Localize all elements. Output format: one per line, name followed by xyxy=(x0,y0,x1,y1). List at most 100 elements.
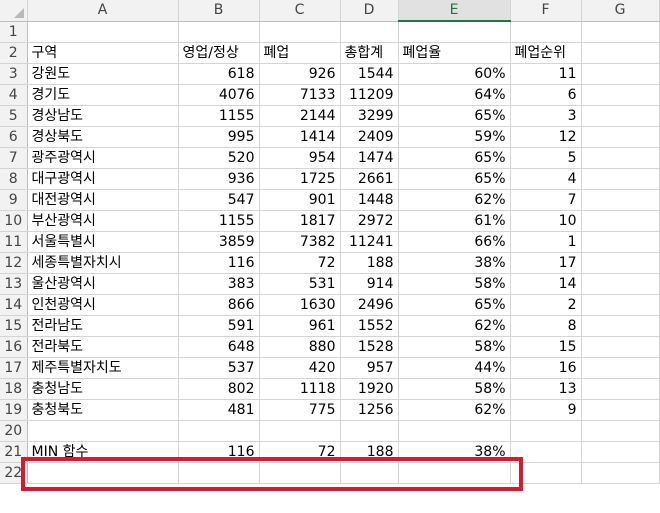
closure-rank-cell[interactable]: 11 xyxy=(510,63,582,85)
region-cell[interactable]: 인천광역시 xyxy=(27,294,179,316)
total-cell[interactable]: 1544 xyxy=(340,63,399,85)
closed-count-cell[interactable]: 954 xyxy=(259,147,341,169)
cell[interactable] xyxy=(340,462,399,484)
cell[interactable] xyxy=(178,21,260,43)
total-cell[interactable]: 914 xyxy=(340,273,399,295)
open-count-cell[interactable]: 591 xyxy=(178,315,260,337)
cell[interactable] xyxy=(27,420,179,442)
cell[interactable] xyxy=(510,462,582,484)
region-cell[interactable]: 경기도 xyxy=(27,84,179,106)
row-header[interactable]: 10 xyxy=(0,210,28,232)
row-header[interactable]: 5 xyxy=(0,105,28,127)
closed-count-cell[interactable]: 901 xyxy=(259,189,341,211)
total-cell[interactable]: 2409 xyxy=(340,126,399,148)
cell[interactable] xyxy=(510,420,582,442)
closure-rate-cell[interactable]: 62% xyxy=(398,399,511,421)
closure-rank-cell[interactable]: 3 xyxy=(510,105,582,127)
cell[interactable] xyxy=(581,315,660,337)
row-header[interactable]: 8 xyxy=(0,168,28,190)
closed-count-cell[interactable]: 775 xyxy=(259,399,341,421)
closure-rate-cell[interactable]: 44% xyxy=(398,357,511,379)
row-header[interactable]: 16 xyxy=(0,336,28,358)
closure-rate-cell[interactable]: 64% xyxy=(398,84,511,106)
row-header[interactable]: 2 xyxy=(0,42,28,64)
closure-rank-cell[interactable]: 12 xyxy=(510,126,582,148)
row-header[interactable]: 4 xyxy=(0,84,28,106)
cell[interactable] xyxy=(581,378,660,400)
row-header[interactable]: 9 xyxy=(0,189,28,211)
closed-count-cell[interactable]: 2144 xyxy=(259,105,341,127)
region-cell[interactable]: 전라남도 xyxy=(27,315,179,337)
region-cell[interactable]: 충청남도 xyxy=(27,378,179,400)
cell[interactable] xyxy=(259,21,341,43)
cell[interactable] xyxy=(581,336,660,358)
column-header-f[interactable]: F xyxy=(510,0,582,22)
row-header[interactable]: 22 xyxy=(0,462,28,484)
closure-rate-cell[interactable]: 60% xyxy=(398,63,511,85)
closure-rate-cell[interactable]: 65% xyxy=(398,147,511,169)
closure-rate-cell[interactable]: 65% xyxy=(398,294,511,316)
row-header[interactable]: 1 xyxy=(0,21,28,43)
column-header-b[interactable]: B xyxy=(178,0,260,22)
region-cell[interactable]: 전라북도 xyxy=(27,336,179,358)
open-count-cell[interactable]: 802 xyxy=(178,378,260,400)
cell[interactable] xyxy=(581,84,660,106)
region-cell[interactable]: 서울특별시 xyxy=(27,231,179,253)
cell[interactable] xyxy=(581,168,660,190)
region-cell[interactable]: 대구광역시 xyxy=(27,168,179,190)
cell[interactable] xyxy=(178,420,260,442)
closed-count-cell[interactable]: 1118 xyxy=(259,378,341,400)
total-cell[interactable]: 1474 xyxy=(340,147,399,169)
open-count-cell[interactable]: 4076 xyxy=(178,84,260,106)
region-cell[interactable]: 울산광역시 xyxy=(27,273,179,295)
cell[interactable] xyxy=(581,462,660,484)
closed-count-cell[interactable]: 72 xyxy=(259,252,341,274)
closed-count-cell[interactable]: 1725 xyxy=(259,168,341,190)
open-count-cell[interactable]: 866 xyxy=(178,294,260,316)
region-cell[interactable]: 제주특별자치도 xyxy=(27,357,179,379)
header-cell-region[interactable]: 구역 xyxy=(27,42,179,64)
open-count-cell[interactable]: 936 xyxy=(178,168,260,190)
closed-count-cell[interactable]: 880 xyxy=(259,336,341,358)
cell[interactable] xyxy=(581,210,660,232)
total-cell[interactable]: 188 xyxy=(340,252,399,274)
cell[interactable] xyxy=(581,147,660,169)
closure-rate-cell[interactable]: 62% xyxy=(398,315,511,337)
closed-count-cell[interactable]: 420 xyxy=(259,357,341,379)
closure-rate-cell[interactable]: 59% xyxy=(398,126,511,148)
open-count-cell[interactable]: 481 xyxy=(178,399,260,421)
header-cell-open[interactable]: 영업/정상 xyxy=(178,42,260,64)
cell[interactable] xyxy=(581,357,660,379)
closure-rank-cell[interactable]: 16 xyxy=(510,357,582,379)
column-header-g[interactable]: G xyxy=(581,0,660,22)
cell[interactable] xyxy=(27,462,179,484)
open-count-cell[interactable]: 3859 xyxy=(178,231,260,253)
region-cell[interactable]: 대전광역시 xyxy=(27,189,179,211)
cell[interactable] xyxy=(581,441,660,463)
header-cell-closure-rank[interactable]: 폐업순위 xyxy=(510,42,582,64)
open-count-cell[interactable]: 383 xyxy=(178,273,260,295)
closed-count-cell[interactable]: 531 xyxy=(259,273,341,295)
select-all-corner[interactable] xyxy=(0,0,28,22)
cell[interactable] xyxy=(581,252,660,274)
row-header[interactable]: 20 xyxy=(0,420,28,442)
closed-count-cell[interactable]: 926 xyxy=(259,63,341,85)
header-cell-closure-rate[interactable]: 폐업율 xyxy=(398,42,511,64)
header-cell-closed[interactable]: 폐업 xyxy=(259,42,341,64)
total-cell[interactable]: 11241 xyxy=(340,231,399,253)
row-header[interactable]: 13 xyxy=(0,273,28,295)
closure-rate-cell[interactable]: 65% xyxy=(398,105,511,127)
open-count-cell[interactable]: 648 xyxy=(178,336,260,358)
row-header[interactable]: 21 xyxy=(0,441,28,463)
cell[interactable] xyxy=(259,420,341,442)
row-header[interactable]: 7 xyxy=(0,147,28,169)
min-open-cell[interactable]: 116 xyxy=(178,441,260,463)
closed-count-cell[interactable]: 1414 xyxy=(259,126,341,148)
region-cell[interactable]: 경상남도 xyxy=(27,105,179,127)
closed-count-cell[interactable]: 1817 xyxy=(259,210,341,232)
closure-rank-cell[interactable]: 17 xyxy=(510,252,582,274)
total-cell[interactable]: 3299 xyxy=(340,105,399,127)
cell[interactable] xyxy=(581,231,660,253)
cell[interactable] xyxy=(581,189,660,211)
cell[interactable] xyxy=(581,273,660,295)
